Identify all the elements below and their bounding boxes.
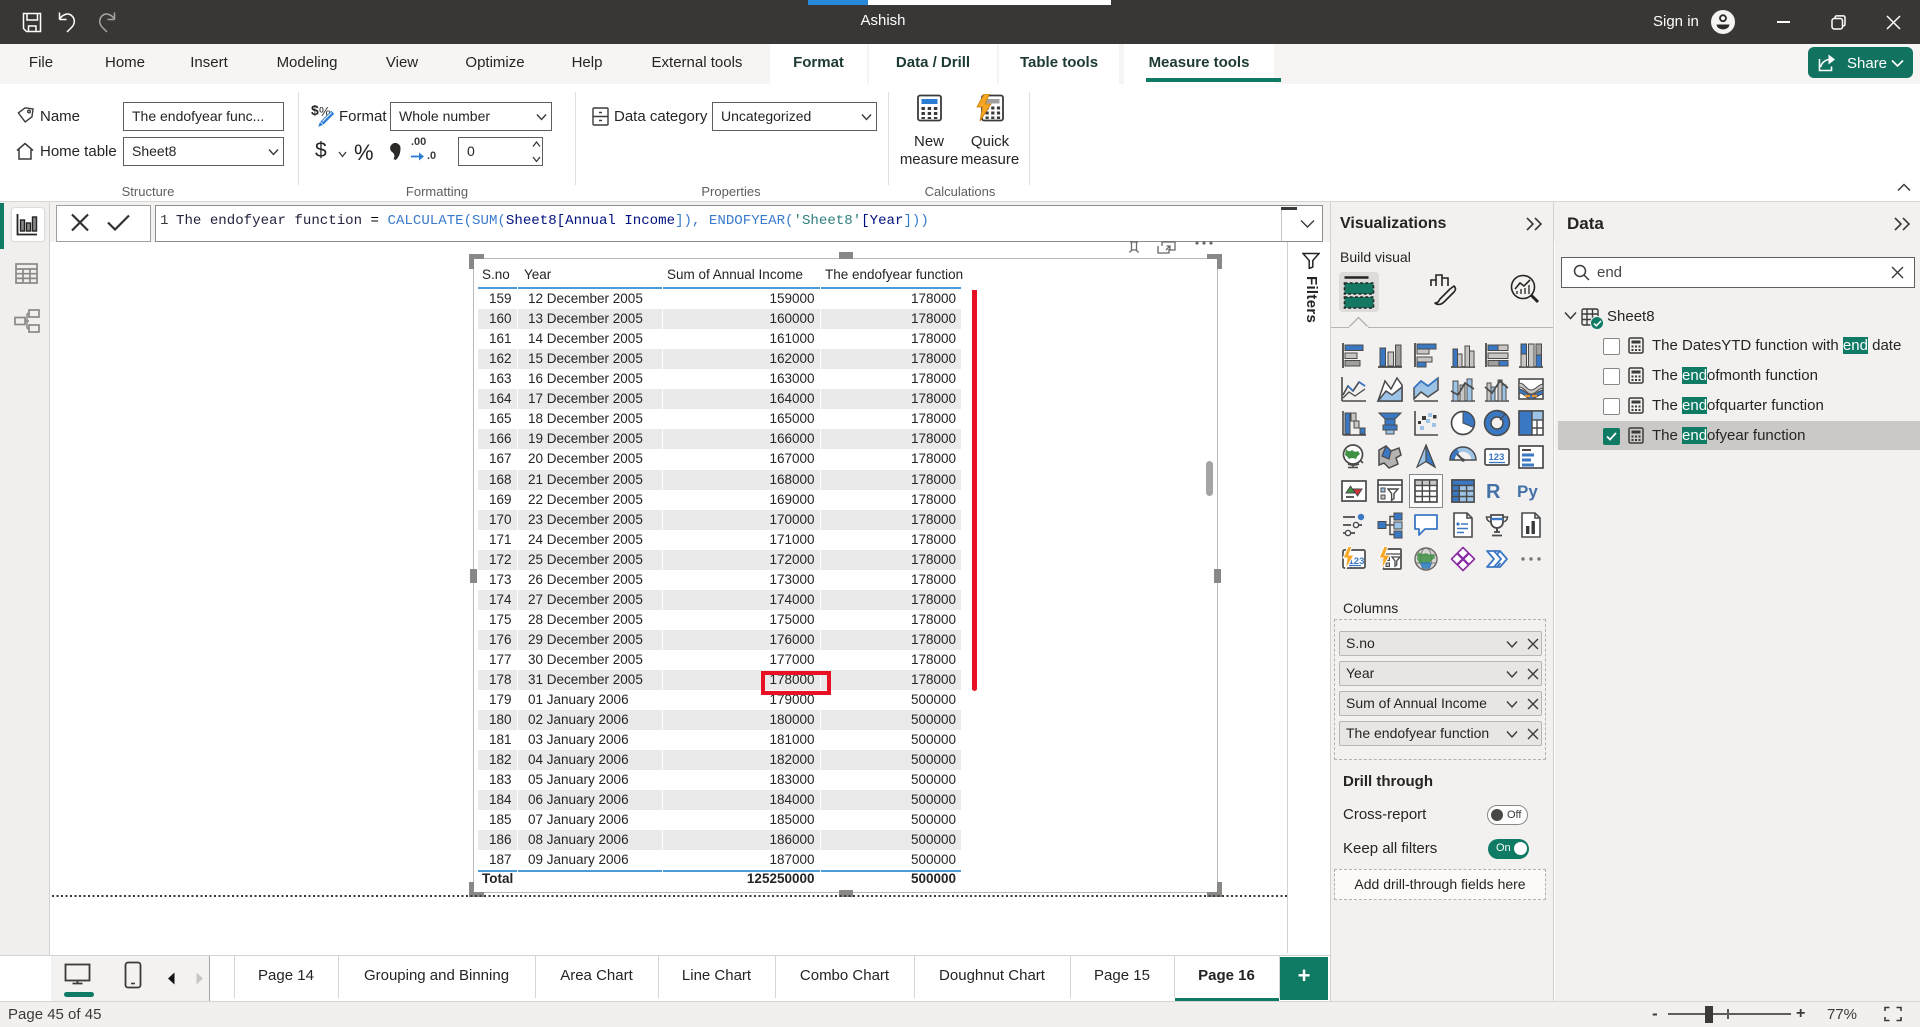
svg-text:123: 123 (1489, 452, 1505, 463)
svg-text:R: R (1486, 481, 1501, 503)
svg-text:Py: Py (1517, 482, 1538, 501)
